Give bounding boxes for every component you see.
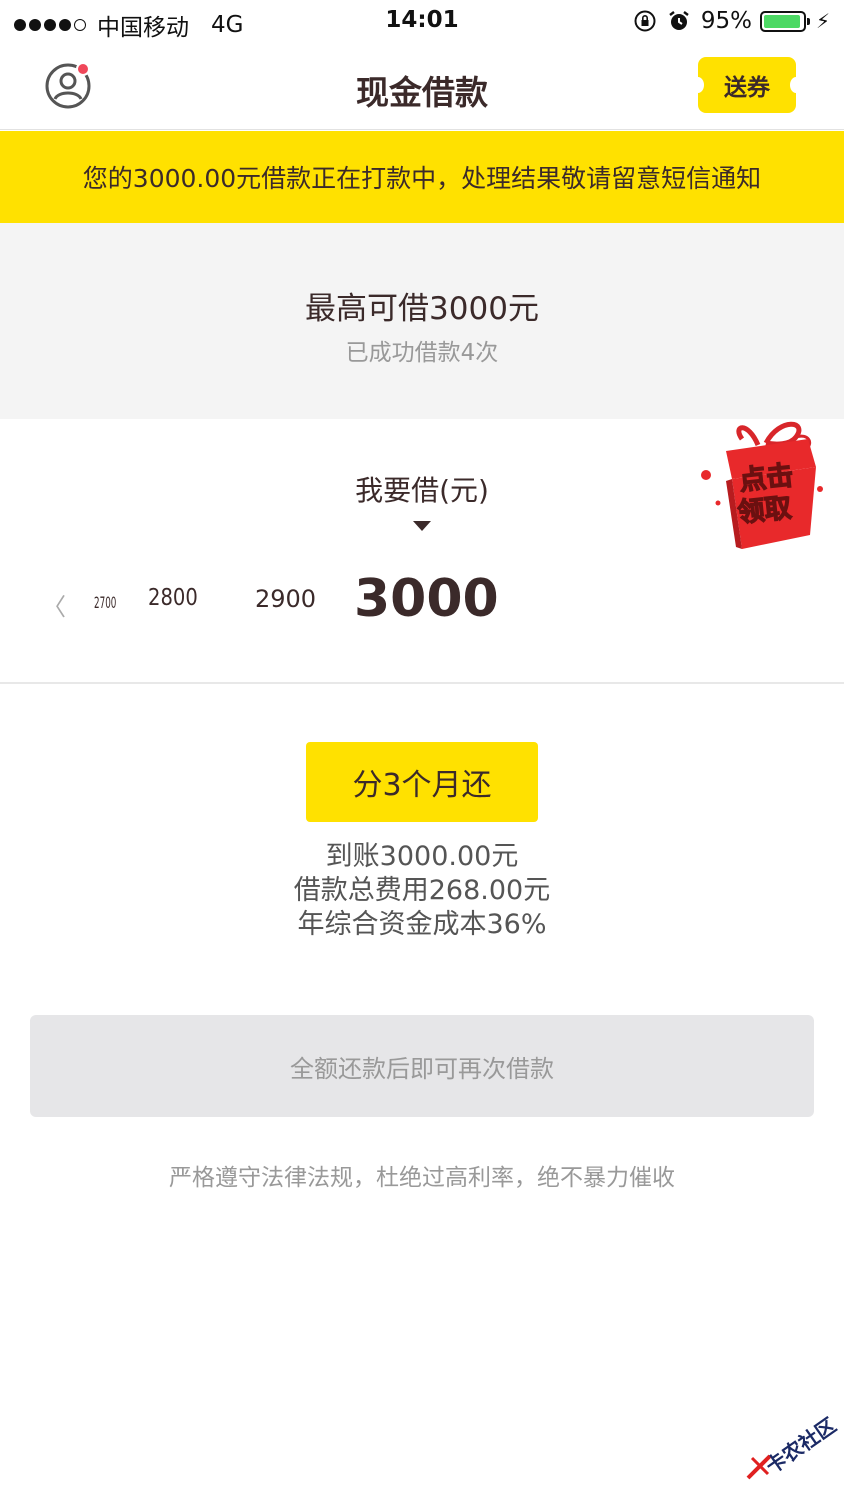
- user-avatar-icon: [45, 62, 91, 109]
- plan-details: 到账3000.00元 借款总费用268.00元 年综合资金成本36%: [0, 840, 844, 942]
- amount-ruler[interactable]: 〈 2700 2800 2900 3000: [0, 569, 844, 639]
- battery-icon: [759, 10, 810, 32]
- selected-amount[interactable]: 3000: [354, 569, 499, 629]
- notification-dot-icon: [76, 62, 90, 76]
- rotation-lock-icon: [634, 10, 656, 32]
- amount-tick[interactable]: 2900: [255, 585, 316, 613]
- user-center-button[interactable]: [44, 62, 92, 110]
- status-left: 中国移动 4G: [14, 8, 243, 42]
- selector-pointer-icon: [413, 521, 431, 531]
- credit-limit-title: 最高可借3000元: [305, 291, 539, 327]
- gift-box-icon: 点击 领取: [701, 421, 823, 549]
- amount-tick[interactable]: 2800: [148, 585, 198, 611]
- carrier-name: 中国移动: [97, 15, 189, 41]
- status-right: 95% ⚡: [633, 8, 830, 34]
- loan-count-text: 已成功借款4次: [345, 340, 499, 366]
- payout-notice-banner: 您的3000.00元借款正在打款中，处理结果敬请留意短信通知: [0, 131, 844, 223]
- status-bar: 中国移动 4G 14:01 95% ⚡: [0, 0, 844, 44]
- alarm-icon: [669, 11, 689, 30]
- amount-tick[interactable]: 2700: [94, 593, 116, 612]
- signal-strength-icon: [14, 19, 89, 31]
- network-type: 4G: [211, 12, 244, 38]
- battery-fill: [763, 14, 801, 28]
- total-fee-text: 借款总费用268.00元: [293, 875, 551, 906]
- watermark-text: 卡农社区: [761, 1412, 841, 1479]
- watermark-logo: 卡农社区: [738, 1408, 844, 1480]
- reborrow-disabled-button[interactable]: 全额还款后即可再次借款: [30, 1015, 814, 1117]
- gift-text-line1: 点击: [738, 460, 795, 496]
- credit-limit-section: 最高可借3000元 已成功借款4次: [0, 223, 844, 419]
- chevron-left-icon[interactable]: 〈: [42, 587, 66, 622]
- gift-box-button[interactable]: 点击 领取: [696, 415, 828, 555]
- gift-text-line2: 领取: [736, 492, 793, 528]
- notice-text: 您的3000.00元借款正在打款中，处理结果敬请留意短信通知: [82, 164, 762, 193]
- received-amount-text: 到账3000.00元: [325, 841, 519, 872]
- battery-percent: 95%: [700, 8, 752, 34]
- repayment-plan-button[interactable]: 分3个月还: [306, 742, 538, 822]
- charging-icon: ⚡: [815, 9, 830, 33]
- nav-bar: 现金借款 送券: [0, 44, 844, 130]
- send-coupon-button[interactable]: 送券: [692, 57, 802, 113]
- annual-cost-text: 年综合资金成本36%: [297, 909, 547, 940]
- legal-statement: 严格遵守法律法规，杜绝过高利率，绝不暴力催收: [169, 1165, 675, 1191]
